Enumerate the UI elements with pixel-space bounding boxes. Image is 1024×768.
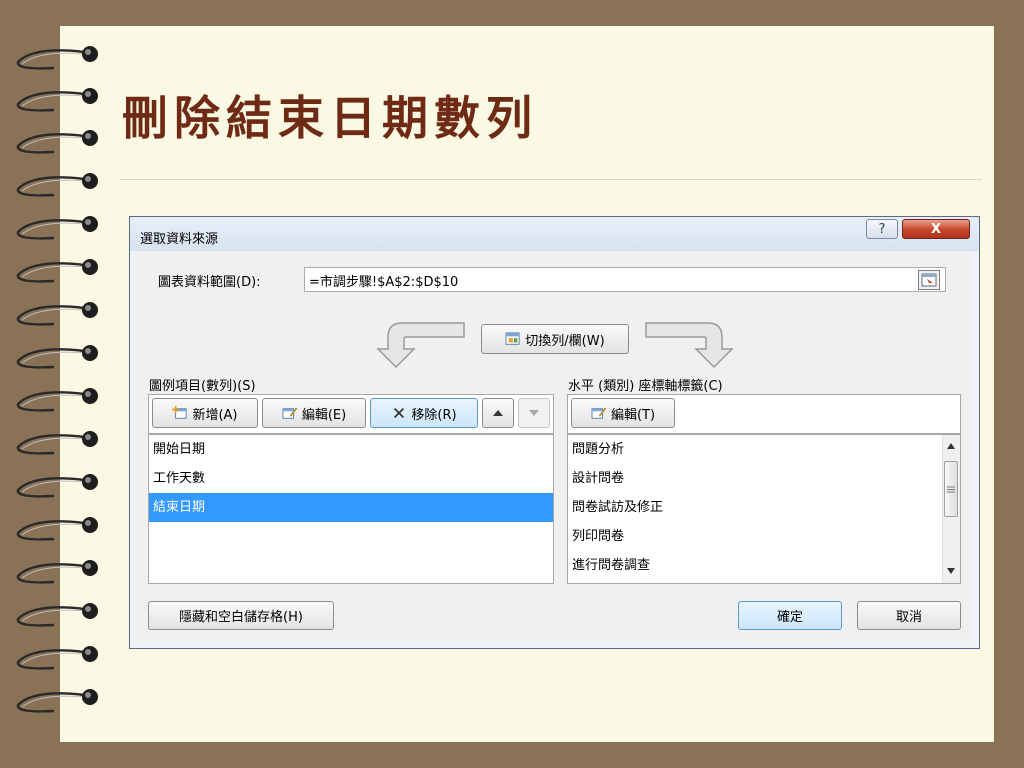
hidden-empty-cells-label: 隱藏和空白儲存格(H) xyxy=(179,610,303,625)
cancel-button[interactable]: 取消 xyxy=(857,601,961,630)
range-select-icon xyxy=(921,273,937,287)
chart-range-label: 圖表資料範圍(D): xyxy=(158,275,261,290)
switch-row-column-button[interactable]: 切換列/欄(W) xyxy=(481,324,629,354)
binding-ring-icon xyxy=(16,431,98,455)
add-series-label: 新增(A) xyxy=(192,407,238,423)
binding-ring-icon xyxy=(16,646,98,670)
slide-title: 刪除結束日期數列 xyxy=(122,91,538,145)
help-icon: ? xyxy=(878,222,886,237)
legend-series-item[interactable]: 開始日期 xyxy=(149,435,553,464)
edit-axis-labels-label: 編輯(T) xyxy=(610,407,656,423)
chart-range-input[interactable]: =市調步驟!$A$2:$D$10 xyxy=(304,267,946,292)
scroll-down-icon[interactable] xyxy=(947,568,955,574)
move-down-icon xyxy=(529,410,539,416)
binding-ring-icon xyxy=(16,517,98,541)
legend-series-list: 開始日期 工作天數 結束日期 xyxy=(148,434,554,584)
binding-ring-icon xyxy=(16,216,98,240)
binding-ring-icon xyxy=(16,130,98,154)
title-divider xyxy=(120,179,982,180)
axis-labels-label: 水平 (類別) 座標軸標籤(C) xyxy=(568,379,723,394)
binding-ring-icon xyxy=(16,88,98,112)
ok-label: 確定 xyxy=(776,610,803,625)
switch-row-column-label: 切換列/欄(W) xyxy=(525,333,605,349)
binding-ring-icon xyxy=(16,173,98,197)
binding-ring-icon xyxy=(16,302,98,326)
edit-series-button[interactable]: 編輯(E) xyxy=(262,398,366,428)
edit-series-label: 編輯(E) xyxy=(301,407,347,423)
cancel-label: 取消 xyxy=(895,610,922,625)
spiral-binding xyxy=(0,0,120,768)
add-series-button[interactable]: 新增(A) xyxy=(152,398,258,428)
grip-icon xyxy=(947,486,955,493)
binding-ring-icon xyxy=(16,474,98,498)
binding-ring-icon xyxy=(16,603,98,627)
move-down-button[interactable] xyxy=(518,398,550,428)
edit-icon xyxy=(282,407,298,419)
move-up-button[interactable] xyxy=(482,398,514,428)
scrollbar-thumb[interactable] xyxy=(944,461,958,517)
binding-ring-icon xyxy=(16,388,98,412)
range-collapse-button[interactable] xyxy=(918,270,940,290)
axis-labels-list: 問題分析 設計問卷 問卷試訪及修正 列印問卷 進行問卷調查 xyxy=(567,434,961,584)
axis-label-item[interactable]: 列印問卷 xyxy=(568,522,960,551)
axis-toolbar: 編輯(T) xyxy=(567,394,961,434)
dialog-titlebar: 選取資料來源 ? X xyxy=(130,217,979,251)
binding-ring-icon xyxy=(16,560,98,584)
dialog-title: 選取資料來源 xyxy=(140,232,219,247)
legend-series-item[interactable]: 結束日期 xyxy=(149,493,553,522)
binding-ring-icon xyxy=(16,689,98,713)
hidden-empty-cells-button[interactable]: 隱藏和空白儲存格(H) xyxy=(148,601,334,630)
help-button[interactable]: ? xyxy=(866,219,898,239)
legend-series-item[interactable]: 工作天數 xyxy=(149,464,553,493)
binding-ring-icon xyxy=(16,46,98,70)
move-up-icon xyxy=(493,410,503,416)
binding-ring-icon xyxy=(16,259,98,283)
right-curved-arrow-icon xyxy=(645,322,734,369)
axis-label-item[interactable]: 問卷試訪及修正 xyxy=(568,493,960,522)
remove-series-button[interactable]: 移除(R) xyxy=(370,398,478,428)
ok-button[interactable]: 確定 xyxy=(738,601,842,630)
switch-row-column-icon xyxy=(505,332,520,345)
binding-ring-icon xyxy=(16,345,98,369)
left-curved-arrow-icon xyxy=(376,322,465,369)
axis-list-scrollbar[interactable] xyxy=(942,435,960,583)
axis-label-item[interactable]: 問題分析 xyxy=(568,435,960,464)
axis-label-item[interactable]: 進行問卷調查 xyxy=(568,551,960,580)
add-icon xyxy=(172,406,188,419)
remove-icon xyxy=(394,408,405,418)
close-icon: X xyxy=(930,222,942,237)
select-data-source-dialog: 選取資料來源 ? X 圖表資料範圍(D): =市調步驟!$A$2:$D$10 切… xyxy=(129,216,980,649)
edit-axis-labels-button[interactable]: 編輯(T) xyxy=(571,398,675,428)
remove-series-label: 移除(R) xyxy=(411,407,457,423)
legend-toolbar: 新增(A) 編輯(E) 移除(R) xyxy=(148,394,554,434)
legend-entries-label: 圖例項目(數列)(S) xyxy=(149,379,256,394)
chart-range-value: =市調步驟!$A$2:$D$10 xyxy=(309,275,459,290)
scroll-up-icon[interactable] xyxy=(947,443,955,449)
axis-label-item[interactable]: 設計問卷 xyxy=(568,464,960,493)
close-button[interactable]: X xyxy=(902,219,970,239)
edit-icon xyxy=(591,407,607,419)
